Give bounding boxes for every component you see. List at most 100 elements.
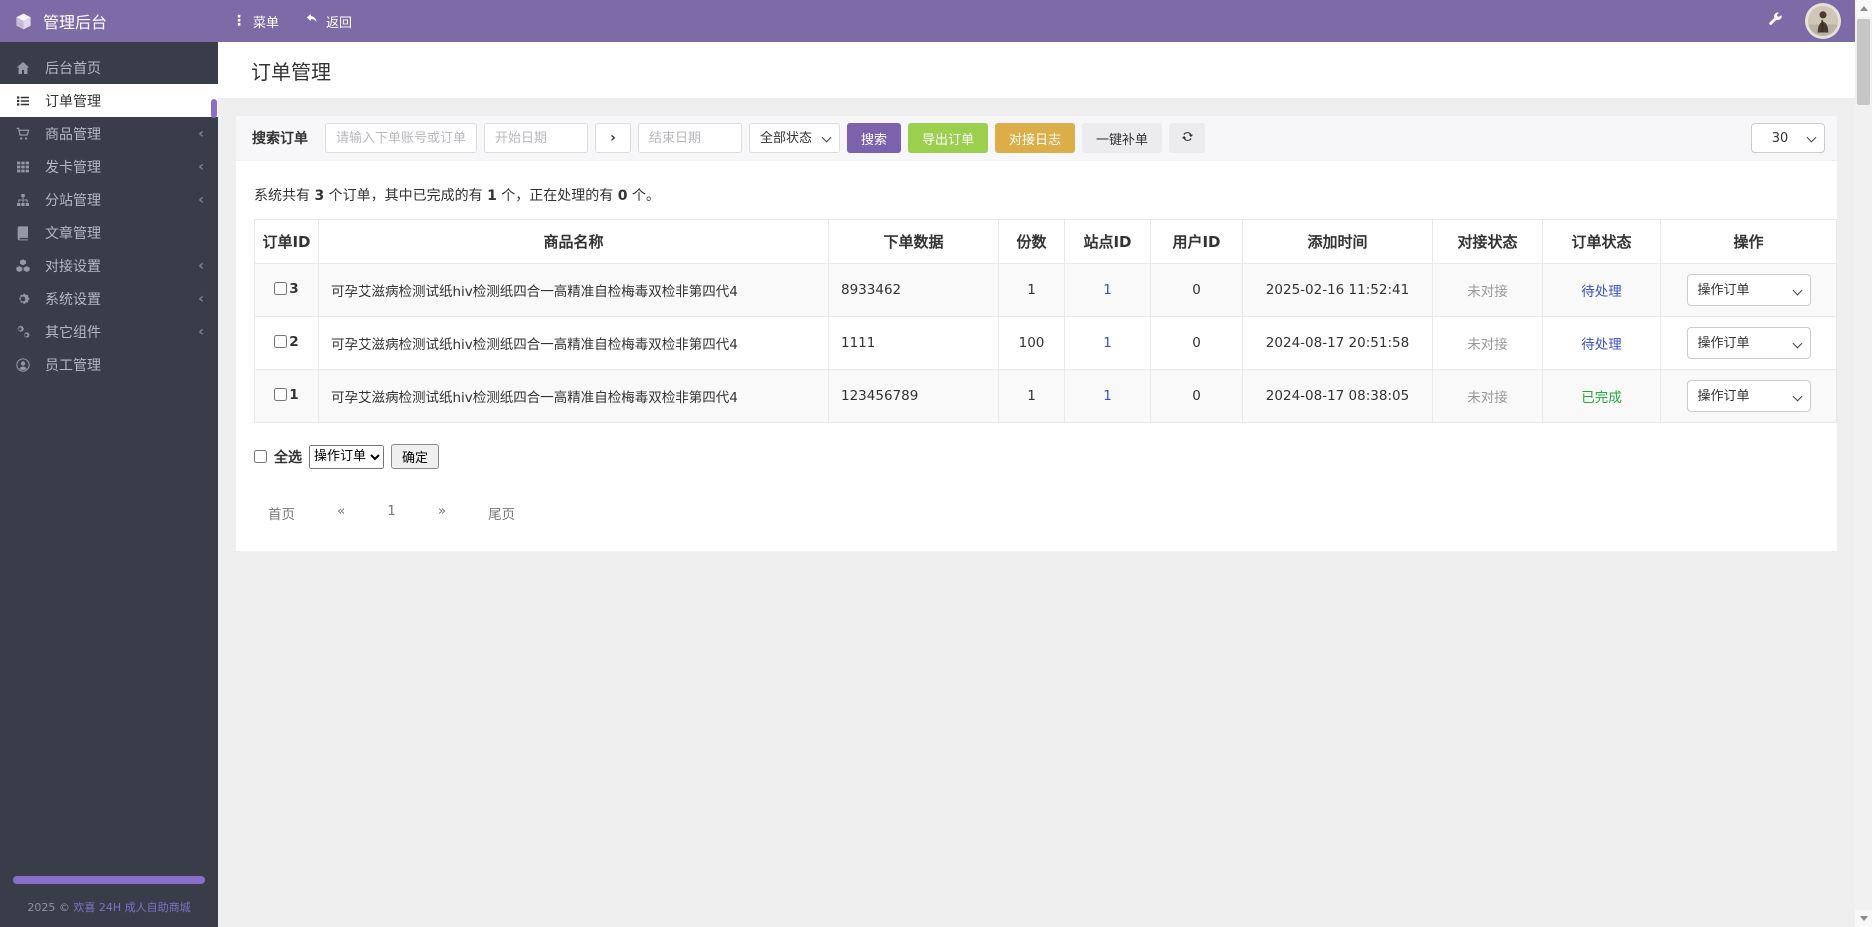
link-log-button[interactable]: 对接日志 [995,123,1076,153]
start-date-input[interactable] [484,123,588,153]
sidebar-item-cubes[interactable]: 对接设置 ‹ [0,249,218,282]
order-row: 1 可孕艾滋病检测试纸hiv检测纸四合一高精准自检梅毒双检非第四代4 1234567… [254,369,1837,423]
date-range-chevron-icon: › [595,123,631,153]
column-header: 订单状态 [1542,219,1661,264]
app-brand[interactable]: 管理后台 [0,9,218,33]
user-id: 0 [1192,388,1201,404]
back-button[interactable]: 返回 [305,12,352,31]
scrollbar-thumb[interactable] [1857,19,1870,105]
pagination-first[interactable]: 首页 [268,503,295,523]
site-id-link[interactable]: 1 [1103,388,1112,404]
footer-shop-link[interactable]: 欢喜 24H 成人自助商城 [73,901,190,914]
keyword-input[interactable] [325,123,477,153]
column-header: 操作 [1660,219,1837,264]
sidebar-item-label: 系统设置 [45,291,101,308]
user-avatar[interactable] [1805,3,1841,39]
site-id-link[interactable]: 1 [1103,335,1112,351]
link-status: 未对接 [1467,337,1508,353]
sidebar-item-grid[interactable]: 发卡管理 ‹ [0,150,218,183]
row-checkbox[interactable] [274,282,288,296]
row-action-select[interactable]: 操作订单 [1686,327,1811,359]
search-orders-label: 搜索订单 [252,131,308,147]
order-status[interactable]: 待处理 [1581,337,1622,353]
sidebar-item-list[interactable]: 订单管理 [0,84,218,117]
sidebar-item-label: 订单管理 [45,93,101,110]
scrollbar-down-arrow[interactable] [1855,910,1872,927]
pagination-prev[interactable]: « [337,503,345,523]
app-title: 管理后台 [43,13,108,32]
vertical-dots-icon: ⋮ [232,13,246,29]
column-header: 下单数据 [828,219,999,264]
refresh-icon [1180,129,1195,148]
link-status: 未对接 [1467,390,1508,406]
gears-icon [14,324,32,340]
bulk-actions: 全选 操作订单 确定 [254,444,1819,469]
orders-card: 搜索订单 › 全部状态 搜索 导出订单 对接日志 一键补单 30 系统共有 3 … [236,116,1837,551]
column-header: 份数 [998,219,1065,264]
browser-scrollbar[interactable] [1855,0,1872,927]
column-header: 用户ID [1150,219,1243,264]
sidebar-vertical-scrollbar[interactable] [211,99,217,118]
column-header: 添加时间 [1242,219,1433,264]
select-all-checkbox[interactable] [254,450,267,463]
page-title: 订单管理 [251,59,331,84]
sidebar-item-cart[interactable]: 商品管理 ‹ [0,117,218,150]
sidebar-nav: 后台首页 订单管理 商品管理 ‹ 发卡管理 ‹ 分站管理 ‹ 文章管理 对接设置 ‹ 系统设置 ‹ 其它组… [0,42,218,381]
chevron-left-icon: ‹ [198,257,204,274]
back-label: 返回 [326,15,353,31]
sidebar-item-gears[interactable]: 其它组件 ‹ [0,315,218,348]
status-select[interactable]: 全部状态 [749,123,840,153]
wrench-icon[interactable] [1767,11,1783,31]
sidebar-footer: 2025 © 欢喜 24H 成人自助商城 [0,899,218,915]
page-size-select[interactable]: 30 [1751,123,1825,153]
reissue-button[interactable]: 一键补单 [1082,123,1163,153]
orders-summary: 系统共有 3 个订单，其中已完成的有 1 个，正在处理的有 0 个。 [254,188,660,204]
sidebar-horizontal-scrollbar[interactable] [13,876,205,884]
sidebar-item-user[interactable]: 员工管理 [0,348,218,381]
user-id: 0 [1192,282,1201,298]
confirm-button[interactable]: 确定 [391,444,440,469]
bulk-action-select[interactable]: 操作订单 [309,444,384,469]
menu-toggle[interactable]: ⋮ 菜单 [232,12,279,31]
menu-label: 菜单 [253,15,280,31]
sidebar-item-gear[interactable]: 系统设置 ‹ [0,282,218,315]
pagination: 首页 « 1 » 尾页 [254,503,1819,523]
row-action-select-wrap: 操作订单 [1686,274,1811,306]
user-id: 0 [1192,335,1201,351]
pagination-page-1[interactable]: 1 [387,503,396,523]
search-button[interactable]: 搜索 [847,123,902,153]
row-action-select[interactable]: 操作订单 [1686,380,1811,412]
created-time: 2025-02-16 11:52:41 [1265,282,1410,298]
chevron-left-icon: ‹ [198,290,204,307]
row-action-select[interactable]: 操作订单 [1686,274,1811,306]
scrollbar-up-arrow[interactable] [1855,0,1872,17]
chevron-left-icon: ‹ [198,158,204,175]
sidebar-item-book[interactable]: 文章管理 [0,216,218,249]
main-content: 订单管理 搜索订单 › 全部状态 搜索 导出订单 对接日志 一键补单 30 [218,42,1855,927]
order-qty: 1 [1027,388,1036,404]
sidebar-item-home[interactable]: 后台首页 [0,51,218,84]
order-id: 1 [289,386,299,403]
site-id-link[interactable]: 1 [1103,282,1112,298]
export-orders-button[interactable]: 导出订单 [908,123,989,153]
link-status: 未对接 [1467,284,1508,300]
sidebar-item-label: 分站管理 [45,192,101,209]
pagination-last[interactable]: 尾页 [488,503,515,523]
product-name: 可孕艾滋病检测试纸hiv检测纸四合一高精准自检梅毒双检非第四代4 [331,337,738,353]
grid-icon [14,159,32,175]
cubes-icon [14,258,32,274]
row-action-select-wrap: 操作订单 [1686,380,1811,412]
refresh-button[interactable] [1169,123,1206,153]
row-checkbox[interactable] [274,388,288,402]
end-date-input[interactable] [638,123,742,153]
total-count: 3 [314,188,325,204]
column-header: 站点ID [1064,219,1151,264]
sidebar-item-sitemap[interactable]: 分站管理 ‹ [0,183,218,216]
sidebar-item-label: 发卡管理 [45,159,101,176]
order-status[interactable]: 待处理 [1581,284,1622,300]
row-checkbox[interactable] [274,335,288,349]
order-row: 2 可孕艾滋病检测试纸hiv检测纸四合一高精准自检梅毒双检非第四代4 1111 100… [254,316,1837,370]
sidebar-item-label: 商品管理 [45,126,101,143]
page-header: 订单管理 [218,42,1855,98]
pagination-next[interactable]: » [438,503,446,523]
